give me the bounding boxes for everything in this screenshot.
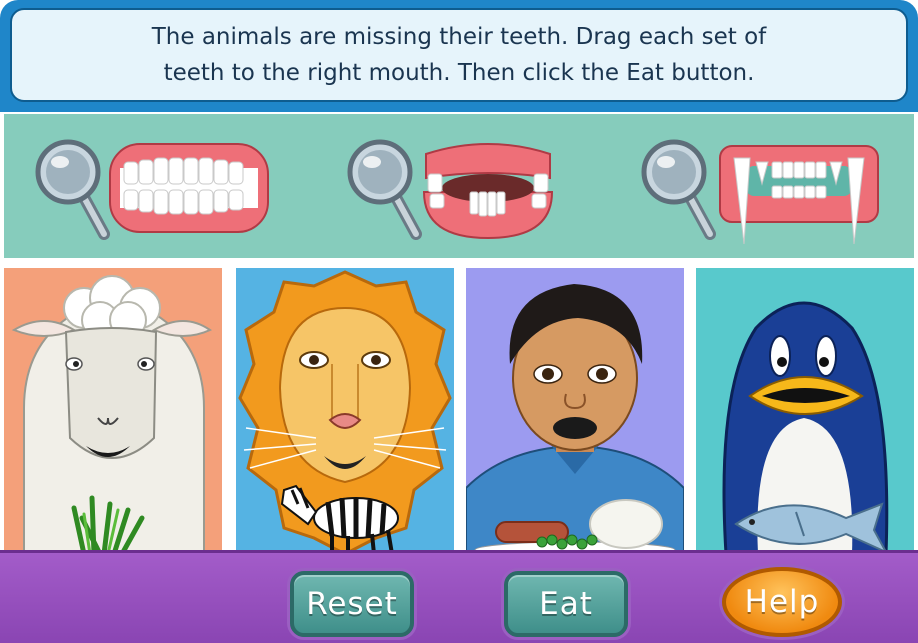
animal-panels: [0, 262, 918, 554]
instruction-line-1: The animals are missing their teeth. Dra…: [151, 24, 767, 50]
eat-button[interactable]: Eat: [504, 571, 628, 637]
penguin-illustration: [722, 301, 889, 554]
eat-button-label: Eat: [539, 586, 593, 622]
teeth-grinding-icon: [422, 143, 554, 240]
panel-lion[interactable]: [236, 268, 454, 554]
teeth-tray: [4, 114, 914, 258]
instruction-box: The animals are missing their teeth. Dra…: [10, 8, 908, 102]
instruction-banner: The animals are missing their teeth. Dra…: [0, 0, 918, 112]
teeth-fangs-icon: [719, 145, 879, 245]
panel-boy[interactable]: [466, 268, 684, 554]
teeth-set-fangs[interactable]: [640, 126, 890, 250]
sheep-illustration: [11, 275, 213, 554]
boy-illustration: [466, 284, 684, 554]
teeth-flat-icon: [109, 143, 269, 233]
control-bar: Reset Eat Help: [0, 550, 918, 643]
lion-illustration: [238, 270, 452, 554]
magnifier-icon[interactable]: [640, 138, 720, 242]
teeth-set-flat[interactable]: [34, 126, 274, 250]
teeth-set-grinding[interactable]: [346, 126, 566, 250]
panel-sheep[interactable]: [4, 268, 222, 554]
magnifier-icon[interactable]: [346, 138, 426, 242]
reset-button-label: Reset: [306, 586, 398, 622]
instruction-text: The animals are missing their teeth. Dra…: [79, 19, 839, 91]
instruction-line-2: teeth to the right mouth. Then click the…: [163, 60, 755, 86]
help-button[interactable]: Help: [722, 567, 842, 637]
magnifier-icon[interactable]: [34, 138, 114, 242]
reset-button[interactable]: Reset: [290, 571, 414, 637]
panel-penguin[interactable]: [696, 268, 914, 554]
help-button-label: Help: [744, 584, 820, 620]
